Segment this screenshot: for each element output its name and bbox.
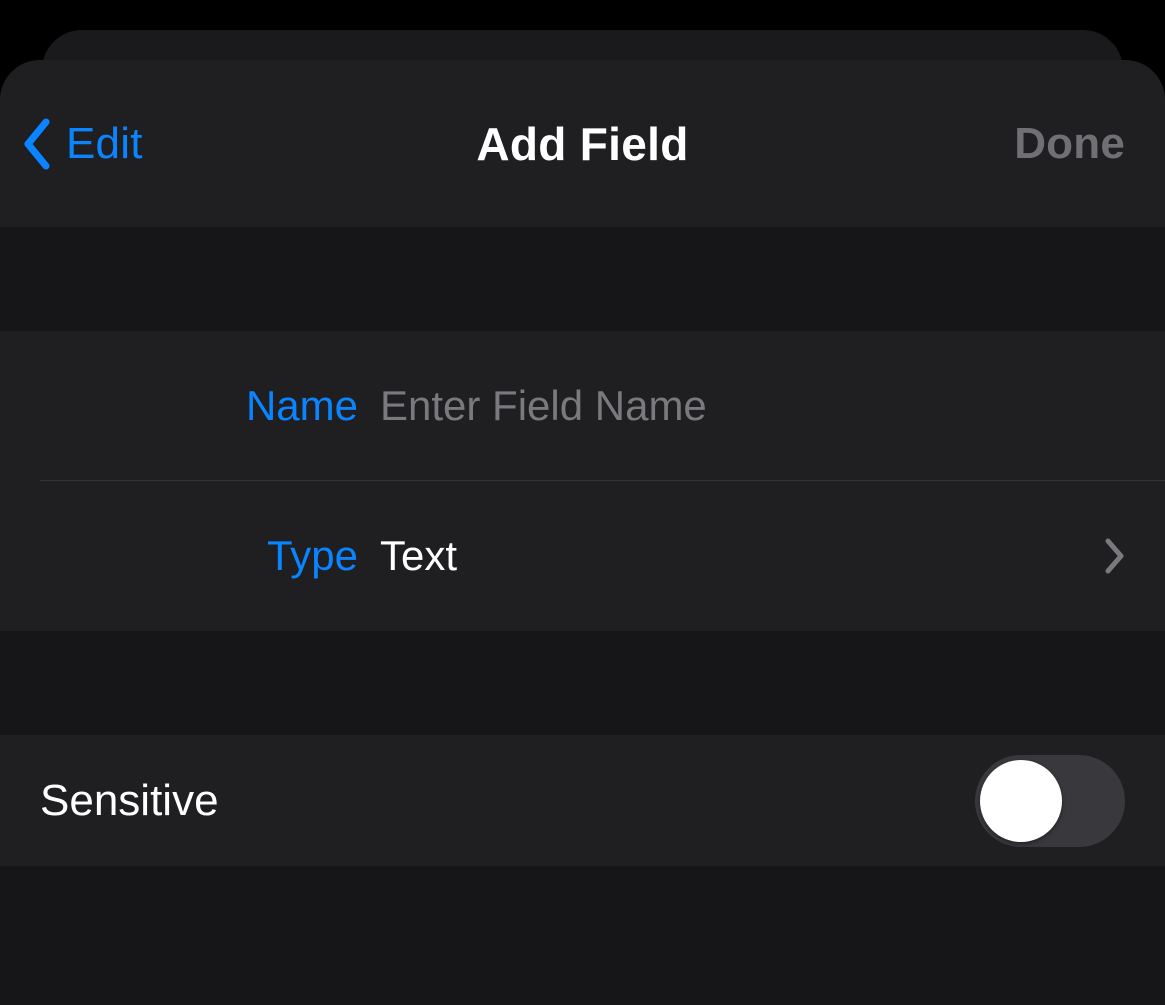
sensitive-label: Sensitive [40, 776, 219, 826]
section-spacer [0, 227, 1165, 331]
back-label: Edit [66, 119, 143, 169]
chevron-left-icon [22, 118, 52, 170]
section-spacer [0, 631, 1165, 735]
modal-sheet: Edit Add Field Done Name Type Text Sensi… [0, 60, 1165, 1005]
sensitive-row: Sensitive [0, 735, 1165, 866]
sensitive-toggle[interactable] [975, 755, 1125, 847]
type-label: Type [40, 532, 380, 580]
name-row[interactable]: Name [0, 331, 1165, 481]
name-input[interactable] [380, 382, 1125, 430]
type-value: Text [380, 532, 1105, 580]
done-button[interactable]: Done [1014, 119, 1125, 169]
navigation-bar: Edit Add Field Done [0, 60, 1165, 227]
toggle-knob [980, 760, 1062, 842]
type-row[interactable]: Type Text [0, 481, 1165, 631]
field-config-group: Name Type Text [0, 331, 1165, 631]
chevron-right-icon [1105, 538, 1125, 574]
back-button[interactable]: Edit [22, 118, 143, 170]
page-title: Add Field [0, 117, 1165, 171]
name-label: Name [40, 382, 380, 430]
